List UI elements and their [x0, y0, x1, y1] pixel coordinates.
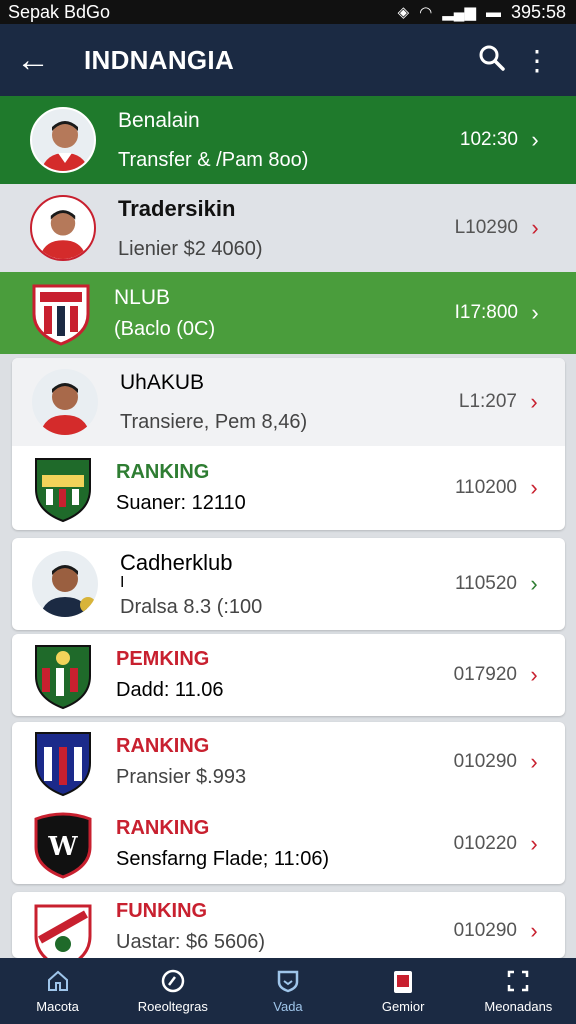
nav-label: Vada [273, 998, 303, 1014]
row-title: NLUB [114, 285, 171, 309]
row-subtitle: Transiere, Pem 8,46) [120, 410, 308, 433]
row-subtitle: (Baclo (0C) [114, 317, 216, 340]
row-title: FUNKING [116, 900, 208, 922]
chevron-right-icon: › [531, 215, 539, 240]
list-item[interactable]: Tradersikin Lienier $2 4060) L10290 › [0, 184, 576, 272]
list-item[interactable]: Cadherklub I Dralsa 8.3 (:100 110520 › [12, 538, 565, 630]
nav-label: Gemior [381, 998, 425, 1014]
row-title: RANKING [116, 735, 210, 757]
row-value: 110200 [455, 477, 517, 498]
nav-item-home[interactable]: Macota [3, 969, 113, 1014]
battery-icon: ▬ [485, 3, 501, 21]
bottom-navigation: Macota Roeoltegras Vada Gemior Meonadans [0, 958, 576, 1024]
row-subtitle: Dralsa 8.3 (:100 [120, 595, 263, 618]
list-item[interactable]: PEMKING Dadd: 11.06 017920 › [12, 634, 565, 716]
list-item-featured[interactable]: Benalain Transfer & /Pam 8oo) 102:30 › [0, 96, 576, 184]
status-bar: Sepak BdGo ◈ ◠ ▂▄▆ ▬ 395:58 [0, 0, 576, 24]
row-title: UhAKUB [120, 370, 205, 394]
expand-icon [506, 969, 530, 999]
row-subtitle: Lienier $2 4060) [118, 237, 263, 260]
nav-item-card[interactable]: Gemior [348, 969, 458, 1014]
row-value: 010290 [453, 920, 517, 941]
chevron-right-icon: › [531, 127, 539, 152]
list-item[interactable]: RANKING Pransier $.993 010290 › [12, 722, 565, 802]
nav-label: Meonadans [484, 998, 553, 1014]
card-group: RANKING Pransier $.993 010290 › W RANKIN… [12, 722, 565, 884]
row-extra: I [120, 573, 125, 591]
row-title: Tradersikin [118, 195, 236, 221]
chevron-right-icon: › [530, 571, 538, 596]
row-value: 010220 [453, 833, 517, 854]
row-title: Cadherklub [120, 549, 233, 575]
club-crest-icon [32, 453, 94, 523]
list-item-club[interactable]: NLUB (Baclo (0C) I17:800 › [0, 272, 576, 354]
location-icon: ◈ [397, 4, 410, 21]
chevron-right-icon: › [530, 831, 538, 856]
row-subtitle: Uastar: $6 5606) [116, 931, 265, 953]
page-title: INDNANGIA [84, 44, 235, 75]
club-crest-icon [32, 727, 94, 797]
row-value: 110520 [455, 573, 517, 594]
row-subtitle: Sensfarng Flade; 11:06) [116, 848, 330, 870]
nav-item-stats[interactable]: Roeoltegras [118, 969, 228, 1014]
club-crest-icon: W [32, 809, 94, 879]
row-title: RANKING [116, 817, 210, 839]
row-value: 017920 [453, 664, 517, 685]
signal-icon: ▂▄▆ [442, 4, 476, 21]
row-title: RANKING [116, 461, 210, 483]
app-bar: ← INDNANGIA ⋮ [0, 24, 576, 96]
more-vert-icon[interactable]: ⋮ [514, 44, 560, 77]
row-subtitle: Transfer & /Pam 8oo) [118, 148, 309, 171]
list-item[interactable]: W RANKING Sensfarng Flade; 11:06) 010220… [12, 804, 565, 884]
chevron-right-icon: › [530, 918, 538, 943]
nav-item-more[interactable]: Meonadans [463, 969, 573, 1014]
card-icon [392, 969, 414, 999]
row-title: Benalain [118, 108, 200, 132]
nav-label: Roeoltegras [137, 998, 208, 1014]
player-avatar [30, 195, 96, 261]
club-crest-icon [30, 280, 92, 346]
list-item[interactable]: UhAKUB Transiere, Pem 8,46) L1:207 › [12, 358, 565, 446]
back-arrow-icon[interactable]: ← [16, 41, 70, 80]
row-value: L1:207 [458, 391, 517, 412]
row-subtitle: Pransier $.993 [116, 766, 247, 788]
status-time: 395:58 [510, 1, 566, 22]
chevron-right-icon: › [531, 300, 539, 325]
shield-icon [276, 969, 300, 999]
chevron-right-icon: › [530, 475, 538, 500]
search-icon[interactable] [468, 43, 514, 78]
row-value: I17:800 [454, 302, 518, 323]
nav-label: Macota [36, 998, 79, 1014]
chevron-right-icon: › [530, 389, 538, 414]
row-value: L10290 [454, 217, 518, 238]
chart-icon [160, 969, 186, 999]
player-avatar [30, 107, 96, 173]
wifi-icon: ◠ [419, 4, 433, 21]
row-subtitle: Dadd: 11.06 [116, 679, 224, 701]
home-icon [46, 969, 70, 999]
card-group: UhAKUB Transiere, Pem 8,46) L1:207 › RAN… [12, 358, 565, 530]
svg-text:W: W [47, 832, 78, 862]
chevron-right-icon: › [530, 662, 538, 687]
list-item[interactable]: FUNKING Uastar: $6 5606) 010290 › [12, 892, 565, 970]
carrier-label: Sepak BdGo [8, 1, 111, 22]
row-title: PEMKING [116, 648, 210, 670]
nav-item-club[interactable]: Vada [233, 969, 343, 1014]
row-value: 102:30 [459, 129, 518, 150]
row-value: 010290 [453, 751, 517, 772]
chevron-right-icon: › [530, 749, 538, 774]
player-avatar [32, 369, 98, 435]
club-crest-icon [32, 640, 94, 710]
player-avatar [32, 551, 98, 617]
list-item[interactable]: RANKING Suaner: 12110 110200 › [12, 446, 565, 530]
row-subtitle: Suaner: 12110 [116, 492, 246, 514]
